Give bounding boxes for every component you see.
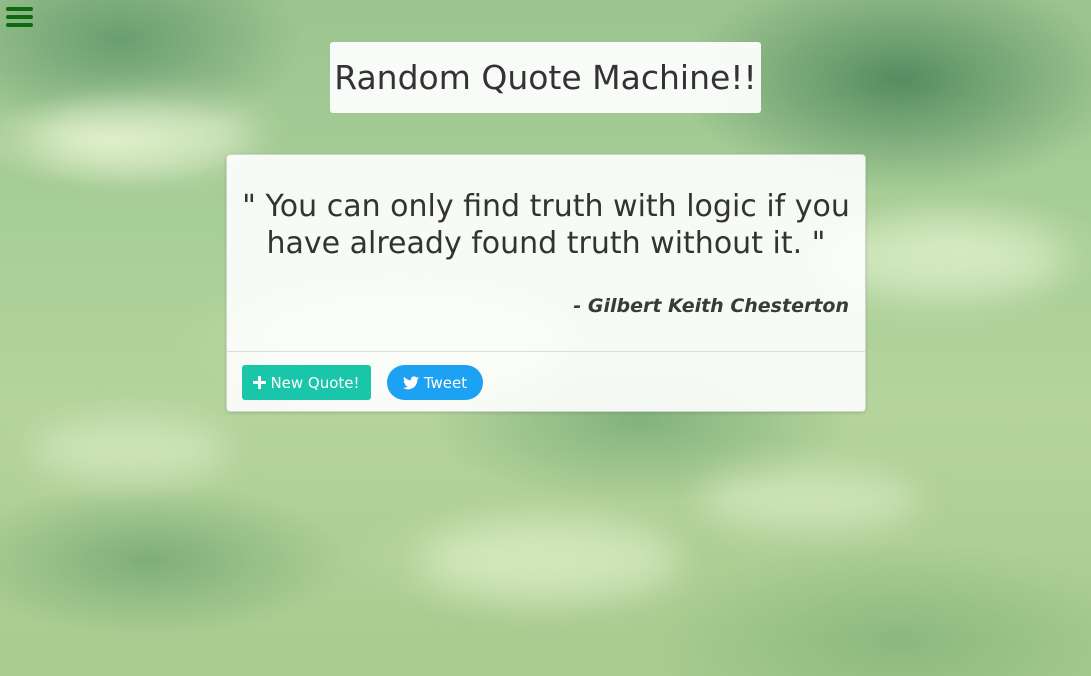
- quote-card-body: " You can only find truth with logic if …: [227, 155, 865, 352]
- page-title: Random Quote Machine!!: [334, 58, 757, 97]
- twitter-bird-icon: [402, 375, 419, 390]
- new-quote-button[interactable]: New Quote!: [242, 365, 371, 400]
- title-panel: Random Quote Machine!!: [330, 42, 761, 113]
- plus-icon: [253, 376, 267, 389]
- new-quote-label: New Quote!: [270, 373, 360, 392]
- tweet-button[interactable]: Tweet: [387, 365, 483, 400]
- tweet-label: Tweet: [423, 373, 468, 392]
- quote-author: - Gilbert Keith Chesterton: [573, 295, 849, 317]
- quote-text: " You can only find truth with logic if …: [242, 189, 850, 261]
- hamburger-menu-icon[interactable]: [6, 5, 33, 29]
- quote-card: " You can only find truth with logic if …: [226, 154, 866, 412]
